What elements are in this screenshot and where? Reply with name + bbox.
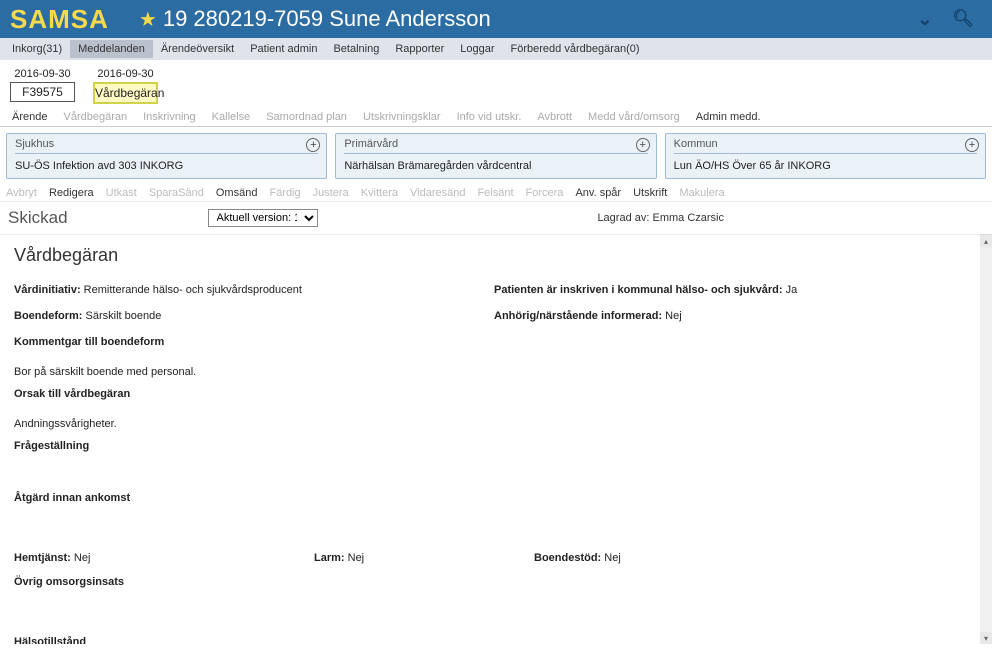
subtab-vardbegaran[interactable]: Vårdbegäran: [55, 108, 135, 126]
panel-municipal: Kommun Lun ÄO/HS Över 65 år INKORG +: [665, 133, 986, 179]
scroll-up-icon[interactable]: ▴: [980, 235, 992, 247]
tab-vardbegaran[interactable]: Vårdbegäran: [93, 82, 158, 104]
action-justera: Justera: [313, 187, 349, 199]
ovrig-label: Övrig omsorgsinsats: [14, 576, 966, 588]
menu-arendeoversikt[interactable]: Ärendeöversikt: [153, 40, 242, 58]
boendeform-value: Särskilt boende: [82, 310, 161, 322]
patient-enrolled-label: Patienten är inskriven i kommunal hälso-…: [494, 284, 783, 296]
stored-by: Lagrad av: Emma Czarsic: [597, 212, 724, 224]
boendestod-label: Boendestöd:: [534, 552, 601, 564]
subtab-samordnad[interactable]: Samordnad plan: [258, 108, 355, 126]
status-row: Skickad Aktuell version: 1 Lagrad av: Em…: [0, 202, 992, 234]
action-avbryt: Avbryt: [6, 187, 37, 199]
kommentar-boende-text: Bor på särskilt boende med personal.: [14, 366, 966, 378]
vardinitiativ-value: Remitterande hälso- och sjukvårdsproduce…: [81, 284, 302, 296]
action-utskrift[interactable]: Utskrift: [633, 187, 667, 199]
panel-hospital-value: SU-ÖS Infektion avd 303 INKORG: [15, 160, 318, 172]
panel-hospital-title: Sjukhus: [15, 138, 318, 154]
content-heading: Vårdbegäran: [14, 245, 966, 266]
subtab-arende[interactable]: Ärende: [4, 108, 55, 126]
action-vidaresand: Vidaresänd: [410, 187, 465, 199]
action-fardig: Färdig: [269, 187, 300, 199]
anhorig-label: Anhörig/närstående informerad:: [494, 310, 662, 322]
subtab-admin[interactable]: Admin medd.: [688, 108, 769, 126]
panels-row: Sjukhus SU-ÖS Infektion avd 303 INKORG +…: [0, 127, 992, 185]
halsotillstand-label: Hälsotillstånd: [14, 636, 966, 644]
version-select[interactable]: Aktuell version: 1: [208, 209, 318, 227]
action-kvittera: Kvittera: [361, 187, 398, 199]
search-icon[interactable]: 🔍︎: [952, 9, 974, 29]
chevron-down-icon[interactable]: ⌄: [917, 9, 932, 30]
action-redigera[interactable]: Redigera: [49, 187, 94, 199]
sub-tabs: Ärende Vårdbegäran Inskrivning Kallelse …: [0, 108, 992, 127]
hemtjanst-value: Nej: [71, 552, 91, 564]
scrollbar[interactable]: ▴ ▾: [980, 234, 992, 644]
larm-value: Nej: [345, 552, 365, 564]
boendeform-label: Boendeform:: [14, 310, 82, 322]
menu-inkorg[interactable]: Inkorg(31): [4, 40, 70, 58]
patient-enrolled-value: Ja: [783, 284, 798, 296]
document-tabs: 2016-09-30 F39575 2016-09-30 Vårdbegäran: [0, 60, 992, 108]
action-utkast: Utkast: [106, 187, 137, 199]
larm-label: Larm:: [314, 552, 345, 564]
tab-date-1: 2016-09-30: [97, 68, 153, 80]
subtab-kallelse[interactable]: Kallelse: [204, 108, 259, 126]
atgard-label: Åtgärd innan ankomst: [14, 492, 966, 504]
patient-info: 19 280219-7059 Sune Andersson: [163, 6, 491, 32]
subtab-utskrivningsklar[interactable]: Utskrivningsklar: [355, 108, 449, 126]
content-area: Vårdbegäran Vårdinitiativ: Remitterande …: [0, 234, 980, 644]
panel-primary-add-icon[interactable]: +: [636, 138, 650, 152]
status-title: Skickad: [8, 208, 68, 228]
subtab-inskrivning[interactable]: Inskrivning: [135, 108, 204, 126]
action-felsant: Felsänt: [477, 187, 513, 199]
menu-meddelanden[interactable]: Meddelanden: [70, 40, 153, 58]
panel-primary-title: Primärvård: [344, 138, 647, 154]
scroll-down-icon[interactable]: ▾: [980, 632, 992, 644]
kommentar-boende-label: Kommentgar till boendeform: [14, 336, 966, 348]
panel-primary: Primärvård Närhälsan Brämaregården vårdc…: [335, 133, 656, 179]
menu-loggar[interactable]: Loggar: [452, 40, 502, 58]
hemtjanst-label: Hemtjänst:: [14, 552, 71, 564]
menu-patient-admin[interactable]: Patient admin: [242, 40, 325, 58]
action-omsand[interactable]: Omsänd: [216, 187, 258, 199]
panel-municipal-add-icon[interactable]: +: [965, 138, 979, 152]
panel-municipal-title: Kommun: [674, 138, 977, 154]
stored-by-value: Emma Czarsic: [652, 212, 724, 224]
star-icon[interactable]: ★: [139, 7, 157, 32]
action-anvspar[interactable]: Anv. spår: [575, 187, 621, 199]
action-makulera: Makulera: [679, 187, 724, 199]
anhorig-value: Nej: [662, 310, 682, 322]
stored-by-label: Lagrad av:: [597, 212, 649, 224]
top-menu: Inkorg(31) Meddelanden Ärendeöversikt Pa…: [0, 38, 992, 60]
subtab-avbrott[interactable]: Avbrott: [529, 108, 580, 126]
menu-rapporter[interactable]: Rapporter: [387, 40, 452, 58]
app-name: SAMSA: [10, 4, 109, 35]
header-bar: SAMSA ★ 19 280219-7059 Sune Andersson ⌄ …: [0, 0, 992, 38]
vardinitiativ-label: Vårdinitiativ:: [14, 284, 81, 296]
panel-municipal-value: Lun ÄO/HS Över 65 år INKORG: [674, 160, 977, 172]
subtab-info[interactable]: Info vid utskr.: [449, 108, 530, 126]
panel-primary-value: Närhälsan Brämaregården vårdcentral: [344, 160, 647, 172]
tab-date-0: 2016-09-30: [14, 68, 70, 80]
menu-betalning[interactable]: Betalning: [325, 40, 387, 58]
menu-forberedd[interactable]: Förberedd vårdbegäran(0): [503, 40, 648, 58]
fragestallning-label: Frågeställning: [14, 440, 966, 452]
subtab-medd[interactable]: Medd vård/omsorg: [580, 108, 688, 126]
orsak-label: Orsak till vårdbegäran: [14, 388, 966, 400]
action-sparasand: SparaSänd: [149, 187, 204, 199]
action-forcera: Forcera: [526, 187, 564, 199]
tab-f39575[interactable]: F39575: [10, 82, 75, 102]
orsak-text: Andningssvårigheter.: [14, 418, 966, 430]
action-bar: Avbryt Redigera Utkast SparaSänd Omsänd …: [0, 185, 992, 202]
panel-hospital: Sjukhus SU-ÖS Infektion avd 303 INKORG +: [6, 133, 327, 179]
boendestod-value: Nej: [601, 552, 621, 564]
